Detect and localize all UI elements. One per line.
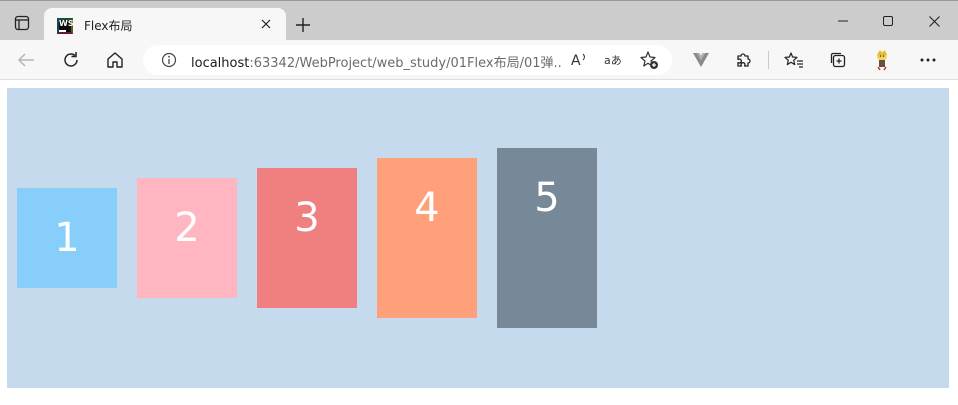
translate-icon[interactable]: aあ (603, 50, 627, 70)
title-bar: WS Flex布局 (0, 0, 958, 42)
webstorm-favicon-icon: WS (57, 18, 74, 34)
svg-text:A: A (571, 53, 581, 69)
favorites-icon[interactable] (782, 48, 806, 72)
back-arrow-icon[interactable] (14, 48, 38, 72)
maximize-icon[interactable] (874, 9, 902, 33)
flex-item-4-label: 4 (414, 185, 440, 231)
site-info-icon[interactable] (161, 52, 177, 68)
address-bar[interactable]: localhost:63342/WebProject/web_study/01F… (143, 45, 672, 75)
collections-icon[interactable] (826, 48, 850, 72)
extensions-puzzle-icon[interactable] (732, 48, 756, 72)
flex-item-2-label: 2 (174, 205, 200, 251)
flex-item-3: 3 (257, 168, 357, 308)
toolbar-separator (768, 51, 769, 69)
browser-tab[interactable]: WS Flex布局 (44, 8, 286, 42)
flex-container: 1 2 3 4 5 (7, 88, 949, 388)
svg-text:aあ: aあ (604, 54, 622, 67)
flex-item-4: 4 (377, 158, 477, 318)
profile-avatar-icon[interactable] (870, 48, 894, 72)
browser-toolbar: localhost:63342/WebProject/web_study/01F… (0, 40, 958, 80)
tab-actions-icon[interactable] (9, 10, 35, 36)
flex-item-1: 1 (17, 188, 117, 288)
close-tab-icon[interactable] (258, 16, 274, 32)
flex-item-3-label: 3 (294, 195, 320, 241)
add-favorite-icon[interactable] (639, 50, 659, 70)
home-icon[interactable] (103, 48, 127, 72)
read-aloud-icon[interactable]: A (570, 50, 590, 70)
new-tab-icon[interactable] (292, 14, 314, 36)
minimize-icon[interactable] (829, 9, 857, 33)
url-host: localhost (191, 56, 250, 71)
flex-item-1-label: 1 (54, 215, 80, 261)
refresh-icon[interactable] (59, 48, 83, 72)
more-options-icon[interactable] (916, 48, 940, 72)
vue-devtools-extension-icon[interactable] (689, 48, 713, 72)
tab-title: Flex布局 (84, 19, 133, 33)
page-viewport: 1 2 3 4 5 (0, 80, 958, 405)
url-text[interactable]: localhost:63342/WebProject/web_study/01F… (191, 52, 563, 71)
flex-item-2: 2 (137, 178, 237, 298)
url-path: :63342/WebProject/web_study/01Flex布局/01弹… (249, 56, 563, 71)
close-window-icon[interactable] (920, 9, 948, 33)
flex-item-5-label: 5 (534, 175, 560, 221)
flex-item-5: 5 (497, 148, 597, 328)
